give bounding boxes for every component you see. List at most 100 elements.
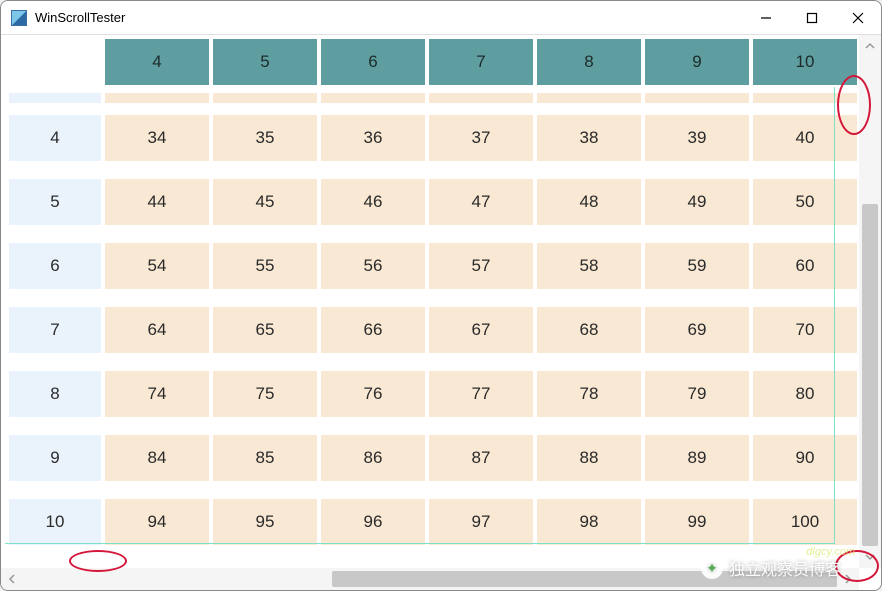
- close-icon: [852, 12, 864, 24]
- data-cell[interactable]: 96: [321, 499, 425, 545]
- data-cell[interactable]: 65: [213, 307, 317, 353]
- maximize-icon: [806, 12, 818, 24]
- row-header[interactable]: [9, 93, 101, 103]
- grid-viewport[interactable]: 4567891043435363738394054445464748495065…: [1, 35, 859, 568]
- row-header[interactable]: 6: [9, 243, 101, 289]
- data-cell[interactable]: 74: [105, 371, 209, 417]
- data-cell[interactable]: 37: [429, 115, 533, 161]
- data-cell[interactable]: 56: [321, 243, 425, 289]
- data-cell[interactable]: 68: [537, 307, 641, 353]
- window-controls: [743, 1, 881, 34]
- row-header[interactable]: 7: [9, 307, 101, 353]
- data-cell[interactable]: 55: [213, 243, 317, 289]
- data-cell[interactable]: 89: [645, 435, 749, 481]
- column-header[interactable]: 7: [429, 39, 533, 85]
- data-cell[interactable]: 59: [645, 243, 749, 289]
- titlebar[interactable]: WinScrollTester: [1, 1, 881, 35]
- v-scroll-track[interactable]: [859, 57, 881, 546]
- vertical-scrollbar[interactable]: [859, 35, 881, 568]
- data-cell[interactable]: 100: [753, 499, 857, 545]
- maximize-button[interactable]: [789, 1, 835, 34]
- column-header[interactable]: 10: [753, 39, 857, 85]
- data-cell[interactable]: 69: [645, 307, 749, 353]
- h-scroll-thumb[interactable]: [332, 571, 837, 587]
- data-grid: 4567891043435363738394054445464748495065…: [1, 35, 859, 559]
- chevron-left-icon: [7, 574, 17, 584]
- data-cell[interactable]: 77: [429, 371, 533, 417]
- minimize-button[interactable]: [743, 1, 789, 34]
- v-scroll-thumb[interactable]: [862, 204, 878, 546]
- minimize-icon: [760, 12, 772, 24]
- data-cell[interactable]: 94: [105, 499, 209, 545]
- data-cell[interactable]: 79: [645, 371, 749, 417]
- data-cell[interactable]: [321, 93, 425, 103]
- data-cell[interactable]: 95: [213, 499, 317, 545]
- data-cell[interactable]: 86: [321, 435, 425, 481]
- app-window: WinScrollTester 456789104343536373839405…: [0, 0, 882, 591]
- h-scroll-track[interactable]: [23, 568, 837, 590]
- data-cell[interactable]: 90: [753, 435, 857, 481]
- client-area: 4567891043435363738394054445464748495065…: [1, 35, 881, 590]
- data-cell[interactable]: 49: [645, 179, 749, 225]
- close-button[interactable]: [835, 1, 881, 34]
- data-cell[interactable]: 75: [213, 371, 317, 417]
- data-cell[interactable]: 98: [537, 499, 641, 545]
- data-cell[interactable]: 99: [645, 499, 749, 545]
- data-cell[interactable]: 85: [213, 435, 317, 481]
- column-header[interactable]: 4: [105, 39, 209, 85]
- data-cell[interactable]: [213, 93, 317, 103]
- data-cell[interactable]: 70: [753, 307, 857, 353]
- data-cell[interactable]: 87: [429, 435, 533, 481]
- chevron-right-icon: [843, 574, 853, 584]
- data-cell[interactable]: 84: [105, 435, 209, 481]
- row-header[interactable]: 8: [9, 371, 101, 417]
- column-header[interactable]: 8: [537, 39, 641, 85]
- window-title: WinScrollTester: [35, 10, 743, 25]
- scroll-up-button[interactable]: [859, 35, 881, 57]
- data-cell[interactable]: 39: [645, 115, 749, 161]
- data-cell[interactable]: 50: [753, 179, 857, 225]
- data-cell[interactable]: 97: [429, 499, 533, 545]
- data-cell[interactable]: 57: [429, 243, 533, 289]
- data-cell[interactable]: [429, 93, 533, 103]
- scroll-right-button[interactable]: [837, 568, 859, 590]
- data-cell[interactable]: 35: [213, 115, 317, 161]
- chevron-up-icon: [865, 41, 875, 51]
- data-cell[interactable]: 48: [537, 179, 641, 225]
- data-cell[interactable]: 78: [537, 371, 641, 417]
- data-cell[interactable]: 54: [105, 243, 209, 289]
- data-cell[interactable]: 64: [105, 307, 209, 353]
- column-header[interactable]: 9: [645, 39, 749, 85]
- row-header[interactable]: 4: [9, 115, 101, 161]
- column-header[interactable]: 6: [321, 39, 425, 85]
- data-cell[interactable]: 40: [753, 115, 857, 161]
- data-cell[interactable]: 66: [321, 307, 425, 353]
- data-cell[interactable]: 76: [321, 371, 425, 417]
- data-cell[interactable]: 36: [321, 115, 425, 161]
- scroll-left-button[interactable]: [1, 568, 23, 590]
- header-corner: [9, 39, 101, 85]
- scroll-down-button[interactable]: [859, 546, 881, 568]
- data-cell[interactable]: 58: [537, 243, 641, 289]
- data-cell[interactable]: 88: [537, 435, 641, 481]
- data-cell[interactable]: 47: [429, 179, 533, 225]
- row-header[interactable]: 9: [9, 435, 101, 481]
- data-cell[interactable]: 80: [753, 371, 857, 417]
- data-cell[interactable]: 60: [753, 243, 857, 289]
- column-header[interactable]: 5: [213, 39, 317, 85]
- app-icon: [11, 10, 27, 26]
- chevron-down-icon: [865, 552, 875, 562]
- data-cell[interactable]: 44: [105, 179, 209, 225]
- data-cell[interactable]: 45: [213, 179, 317, 225]
- data-cell[interactable]: 38: [537, 115, 641, 161]
- data-cell[interactable]: 46: [321, 179, 425, 225]
- data-cell[interactable]: [537, 93, 641, 103]
- data-cell[interactable]: 67: [429, 307, 533, 353]
- data-cell[interactable]: [105, 93, 209, 103]
- row-header[interactable]: 10: [9, 499, 101, 545]
- data-cell[interactable]: 34: [105, 115, 209, 161]
- data-cell[interactable]: [645, 93, 749, 103]
- row-header[interactable]: 5: [9, 179, 101, 225]
- data-cell[interactable]: [753, 93, 857, 103]
- horizontal-scrollbar[interactable]: [1, 568, 859, 590]
